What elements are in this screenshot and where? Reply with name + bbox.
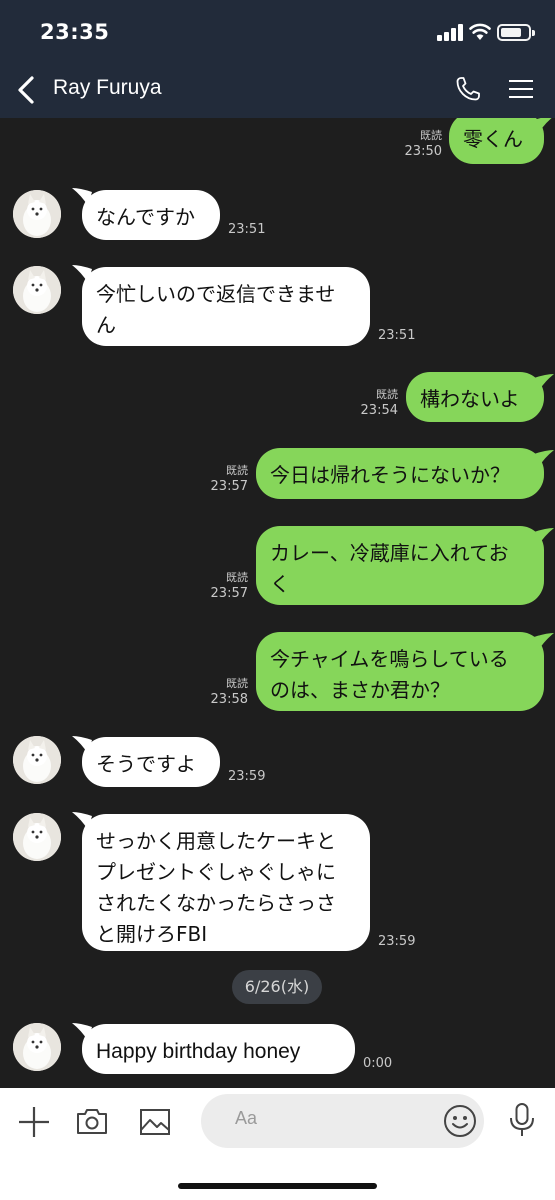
message-bubble-outgoing[interactable]: 零くん xyxy=(449,118,544,164)
plus-icon[interactable] xyxy=(18,1106,50,1138)
message-meta: 既読 23:57 xyxy=(204,570,248,602)
wifi-icon xyxy=(469,23,491,40)
image-icon[interactable] xyxy=(139,1108,171,1136)
status-bar: 23:35 xyxy=(0,0,555,62)
menu-icon[interactable] xyxy=(508,78,534,100)
emoji-icon[interactable] xyxy=(443,1104,477,1138)
home-indicator[interactable] xyxy=(178,1183,377,1189)
message-bubble-incoming[interactable]: そうですよ xyxy=(82,737,220,787)
message-time: 23:57 xyxy=(210,479,248,494)
message-bubble-incoming[interactable]: なんですか xyxy=(82,190,220,240)
message-time: 23:59 xyxy=(378,934,416,949)
read-receipt: 既読 xyxy=(226,464,248,477)
message-text: 零くん xyxy=(463,127,523,151)
message-time: 23:54 xyxy=(360,403,398,418)
chat-header: Ray Furuya xyxy=(0,62,555,118)
dog-avatar-icon xyxy=(13,736,61,784)
message-bubble-outgoing[interactable]: 今日は帰れそうにないか？ xyxy=(256,448,544,499)
back-icon[interactable] xyxy=(14,74,40,106)
message-bubble-outgoing[interactable]: カレー、冷蔵庫に入れてお く xyxy=(256,526,544,605)
battery-icon xyxy=(497,24,535,41)
message-text: 今忙しいので返信できませ ん xyxy=(96,282,336,337)
message-time: 23:51 xyxy=(228,222,266,237)
message-time: 23:59 xyxy=(228,769,266,784)
read-receipt: 既読 xyxy=(226,677,248,690)
dog-avatar-icon xyxy=(13,190,61,238)
message-meta: 既読 23:54 xyxy=(354,387,398,419)
status-time: 23:35 xyxy=(40,20,110,44)
message-bubble-incoming[interactable]: せっかく用意したケーキと プレゼントぐしゃぐしゃに されたくなかったらさっさ と… xyxy=(82,814,370,951)
message-text: せっかく用意したケーキと プレゼントぐしゃぐしゃに されたくなかったらさっさ と… xyxy=(96,829,336,946)
contact-name[interactable]: Ray Furuya xyxy=(53,76,162,100)
avatar[interactable] xyxy=(13,266,61,314)
bubble-tail xyxy=(534,118,552,134)
message-bubble-incoming[interactable]: Happy birthday honey xyxy=(82,1024,355,1074)
message-text: 今日は帰れそうにないか？ xyxy=(270,463,510,487)
message-time: 23:50 xyxy=(404,144,442,159)
chat-area[interactable]: 既読 23:50 零くん なんですか 23:51 今忙しいので返信できませ ん … xyxy=(0,118,555,1088)
bubble-tail xyxy=(534,450,554,468)
message-input[interactable]: Aa xyxy=(201,1094,484,1148)
mic-icon[interactable] xyxy=(508,1102,536,1138)
message-meta: 既読 23:50 xyxy=(398,128,442,160)
avatar[interactable] xyxy=(13,190,61,238)
message-text: カレー、冷蔵庫に入れてお く xyxy=(270,541,509,596)
message-text: 構わないよ xyxy=(420,387,520,411)
avatar[interactable] xyxy=(13,813,61,861)
message-time: 23:51 xyxy=(378,328,416,343)
bubble-tail xyxy=(534,633,554,651)
dog-avatar-icon xyxy=(13,813,61,861)
message-bubble-incoming[interactable]: 今忙しいので返信できませ ん xyxy=(82,267,370,346)
message-bubble-outgoing[interactable]: 今チャイムを鳴らしている のは、まさか君か？ xyxy=(256,632,544,711)
message-meta: 既読 23:58 xyxy=(204,676,248,708)
date-separator: 6/26(水) xyxy=(232,970,322,1004)
signal-icon xyxy=(437,23,463,41)
camera-icon[interactable] xyxy=(76,1106,108,1136)
input-placeholder: Aa xyxy=(235,1108,258,1128)
bubble-tail xyxy=(534,374,554,392)
message-text: なんですか xyxy=(96,205,195,229)
bubble-tail xyxy=(534,528,554,546)
message-time: 0:00 xyxy=(363,1056,393,1071)
read-receipt: 既読 xyxy=(226,571,248,584)
avatar[interactable] xyxy=(13,1023,61,1071)
read-receipt: 既読 xyxy=(420,129,442,142)
dog-avatar-icon xyxy=(13,266,61,314)
message-time: 23:57 xyxy=(210,586,248,601)
message-text: Happy birthday honey xyxy=(96,1040,301,1063)
message-text: そうですよ xyxy=(96,752,196,776)
message-time: 23:58 xyxy=(210,692,248,707)
avatar[interactable] xyxy=(13,736,61,784)
phone-icon[interactable] xyxy=(454,75,482,103)
dog-avatar-icon xyxy=(13,1023,61,1071)
message-text: 今チャイムを鳴らしている のは、まさか君か？ xyxy=(270,647,509,702)
message-meta: 既読 23:57 xyxy=(204,463,248,495)
read-receipt: 既読 xyxy=(376,388,398,401)
message-bubble-outgoing[interactable]: 構わないよ xyxy=(406,372,544,422)
